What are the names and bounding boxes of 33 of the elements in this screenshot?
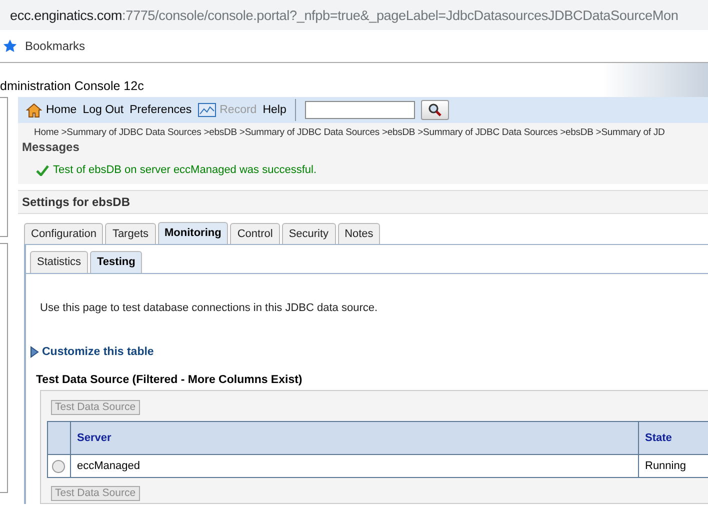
- subtab[interactable]: Testing: [90, 251, 142, 273]
- toolbar-link[interactable]: Home: [46, 104, 77, 116]
- bookmarks-label[interactable]: Bookmarks: [25, 39, 86, 53]
- subtab[interactable]: Statistics: [30, 251, 88, 273]
- search-button[interactable]: [421, 100, 450, 120]
- tab[interactable]: Targets: [105, 223, 156, 244]
- description-text: Use this page to test database connections in this JDBC data source.: [40, 302, 379, 314]
- tab[interactable]: Monitoring: [158, 222, 228, 244]
- search-field[interactable]: [305, 101, 416, 119]
- toolbar-link[interactable]: Log Out: [82, 104, 124, 116]
- column-header[interactable]: Server: [70, 422, 638, 454]
- chart-icon: [198, 103, 216, 117]
- column-header[interactable]: State: [638, 422, 708, 454]
- messages-heading: Messages: [22, 140, 80, 154]
- success-message: Test of ebsDB on server eccManaged was successful.: [53, 164, 317, 176]
- table-cell: Running: [638, 454, 708, 478]
- tab[interactable]: Control: [230, 223, 280, 244]
- checkmark-icon: [36, 164, 49, 176]
- expand-triangle-icon: [30, 346, 39, 358]
- settings-heading: Settings for ebsDB: [18, 191, 708, 214]
- console-title: dministration Console 12c: [0, 79, 144, 93]
- tab[interactable]: Notes: [338, 223, 380, 244]
- customize-link[interactable]: Customize this table: [30, 346, 708, 358]
- row-radio[interactable]: [52, 460, 65, 472]
- toolbar-link[interactable]: Preferences: [130, 104, 192, 116]
- tab[interactable]: Security: [282, 223, 336, 244]
- star-icon: [3, 39, 17, 53]
- tab[interactable]: Configuration: [24, 223, 104, 244]
- toolbar-link[interactable]: Help: [262, 104, 286, 116]
- table-title: Test Data Source (Filtered - More Columns Exist): [36, 374, 304, 386]
- search-icon: [428, 103, 442, 117]
- table-cell: eccManaged: [70, 454, 638, 478]
- home-icon: [26, 102, 42, 118]
